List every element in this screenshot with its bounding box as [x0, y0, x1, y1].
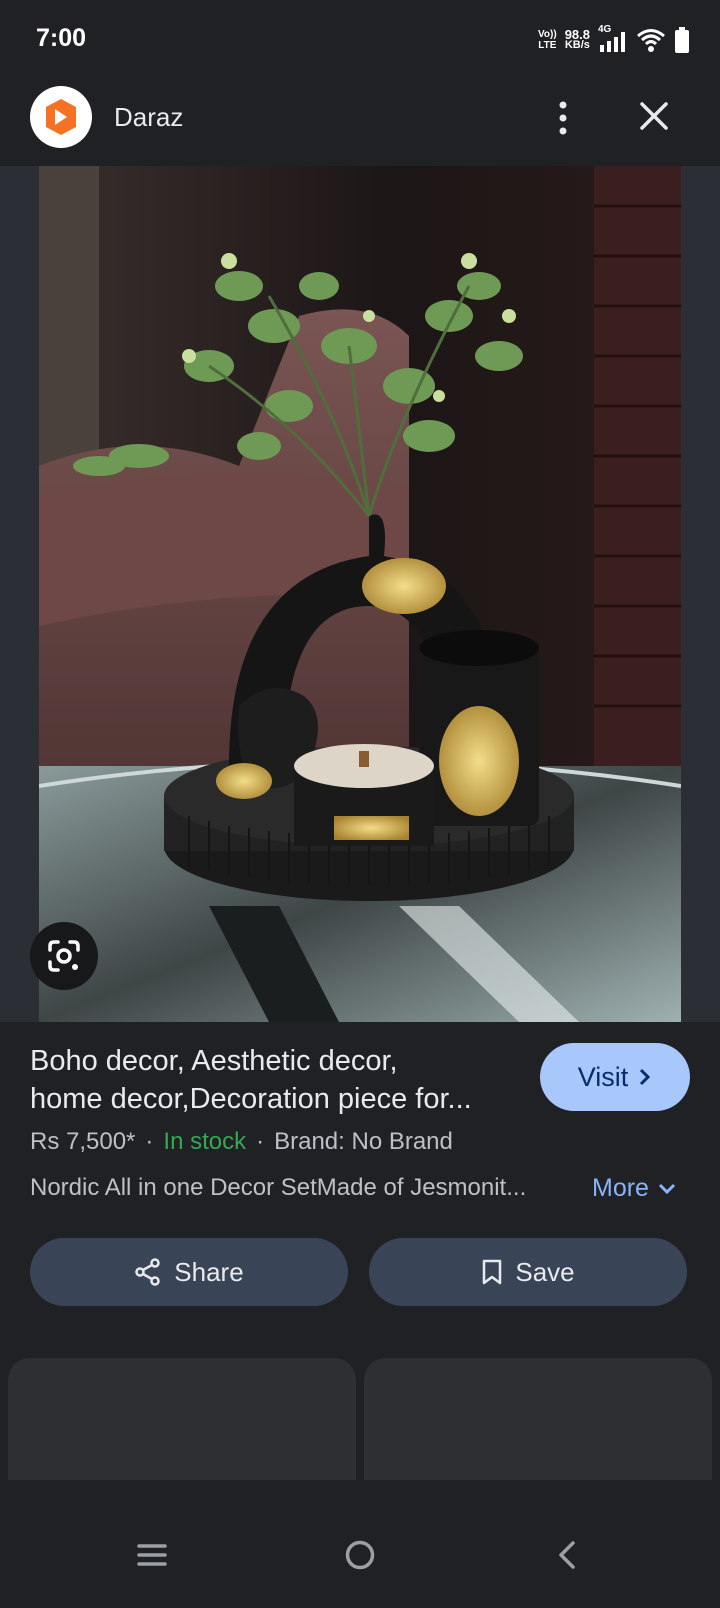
home-icon — [345, 1540, 375, 1570]
signal-icon: 4G — [598, 24, 628, 54]
status-time: 7:00 — [36, 24, 87, 52]
product-price: Rs 7,500* — [30, 1128, 136, 1155]
wifi-icon — [637, 29, 665, 52]
daraz-logo-icon — [30, 86, 92, 148]
chevron-down-icon — [658, 1183, 676, 1194]
product-image-area — [0, 166, 720, 1022]
more-options-button[interactable] — [545, 98, 581, 138]
back-icon — [559, 1541, 575, 1569]
visit-button[interactable]: Visit — [540, 1043, 690, 1111]
share-icon — [135, 1258, 161, 1286]
app-header: Daraz — [0, 80, 720, 166]
battery-icon — [675, 27, 689, 53]
decor-photo — [39, 166, 681, 1022]
close-button[interactable] — [634, 96, 674, 136]
product-description: Nordic All in one Decor SetMade of Jesmo… — [30, 1174, 527, 1201]
more-vert-icon — [559, 101, 567, 135]
related-card[interactable] — [364, 1358, 712, 1480]
save-button[interactable]: Save — [369, 1238, 687, 1306]
product-brand: Brand: No Brand — [274, 1128, 453, 1155]
status-bar: 7:00 Vo)) LTE 98.8 KB/s 4G — [0, 0, 720, 80]
site-name: Daraz — [114, 102, 184, 132]
related-card[interactable] — [8, 1358, 356, 1480]
product-image[interactable] — [39, 166, 681, 1022]
network-speed: 98.8 KB/s — [564, 27, 590, 51]
stock-status: In stock — [163, 1128, 247, 1155]
recent-apps-button[interactable] — [132, 1535, 172, 1575]
volte-indicator: Vo)) LTE — [537, 29, 557, 51]
google-lens-icon — [48, 940, 80, 972]
google-lens-button[interactable] — [30, 922, 98, 990]
share-button[interactable]: Share — [30, 1238, 348, 1306]
bookmark-icon — [483, 1259, 502, 1285]
home-button[interactable] — [340, 1535, 380, 1575]
chevron-right-icon — [640, 1068, 651, 1086]
product-meta: Rs 7,500* · In stock · Brand: No Brand — [30, 1128, 453, 1155]
recent-apps-icon — [137, 1544, 167, 1566]
status-icons: Vo)) LTE 98.8 KB/s 4G — [537, 24, 690, 54]
system-nav-bar — [0, 1480, 720, 1608]
product-title[interactable]: Boho decor, Aesthetic decor, home decor,… — [30, 1042, 530, 1118]
more-button[interactable]: More — [592, 1174, 677, 1203]
back-button[interactable] — [548, 1535, 588, 1575]
close-icon — [640, 102, 668, 130]
